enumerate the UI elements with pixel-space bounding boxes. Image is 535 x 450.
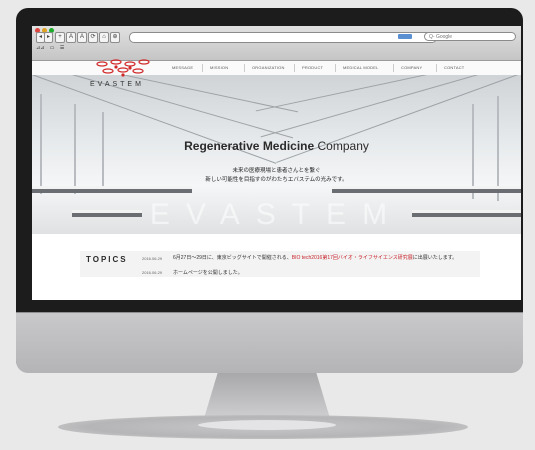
logo-cell bbox=[102, 68, 114, 74]
lab-bench bbox=[332, 189, 521, 193]
top-sites-icon[interactable]: ▭ bbox=[50, 45, 55, 51]
roof-beam bbox=[255, 74, 432, 112]
nav-divider bbox=[436, 64, 437, 72]
reload-button[interactable]: ⟳ bbox=[88, 32, 98, 43]
topic-text: に出展いたします。 bbox=[412, 255, 458, 261]
bezel-divider bbox=[16, 312, 523, 313]
logo-dot bbox=[121, 73, 125, 77]
hero-title: Regenerative Medicine Company bbox=[32, 139, 521, 153]
topics-box: TOPICS 2016.06.29 6月27日〜29日に、東京ビッグサイトで開催… bbox=[80, 251, 480, 277]
monitor-chin bbox=[16, 312, 523, 373]
topic-text: ホームページを公開しました。 bbox=[173, 270, 243, 276]
topic-item[interactable]: 6月27日〜29日に、東京ビッグサイトで開催される、BIO tech2016第1… bbox=[173, 255, 473, 262]
bookmarks-bar: ⊿⊿ ▭ ☰ bbox=[36, 45, 68, 51]
monitor-stand-lip bbox=[198, 420, 336, 430]
hero-watermark: EVASTEM bbox=[149, 198, 404, 231]
browser-toolbar: ◂ ▸ + A A ⟳ ⌂ ⊕ Q- Google ⊿⊿ ▭ ☰ bbox=[32, 26, 521, 61]
logo-mark[interactable] bbox=[94, 58, 152, 80]
hero-title-bold: Regenerative Medicine bbox=[184, 139, 315, 153]
address-bar[interactable] bbox=[129, 32, 437, 43]
text-smaller-button[interactable]: A bbox=[66, 32, 76, 43]
logo-cell bbox=[110, 59, 122, 65]
nav-divider bbox=[393, 64, 394, 72]
home-button[interactable]: ⌂ bbox=[99, 32, 109, 43]
hero-title-rest: Company bbox=[314, 139, 369, 153]
hero-image: Regenerative Medicine Company 未来の医療現場と患者… bbox=[32, 74, 521, 234]
screen: ◂ ▸ + A A ⟳ ⌂ ⊕ Q- Google ⊿⊿ ▭ ☰ Regener… bbox=[32, 26, 521, 300]
nav-divider bbox=[294, 64, 295, 72]
add-bookmark-button[interactable]: + bbox=[55, 32, 65, 43]
topic-item[interactable]: ホームページを公開しました。 bbox=[173, 269, 243, 276]
logo-dot bbox=[128, 66, 132, 70]
nav-divider bbox=[202, 64, 203, 72]
nav-medical-model[interactable]: MEDICAL MODEL bbox=[343, 65, 379, 70]
add-tab-button[interactable]: ⊕ bbox=[110, 32, 120, 43]
topic-highlight-link[interactable]: BIO tech2016第17回バイオ・ライフサイエンス研究展 bbox=[292, 255, 413, 261]
topic-date: 2016.06.29 bbox=[142, 270, 163, 275]
nav-company[interactable]: COMPANY bbox=[401, 65, 422, 70]
text-larger-button[interactable]: A bbox=[77, 32, 87, 43]
reading-list-icon[interactable]: ⊿⊿ bbox=[36, 45, 44, 51]
nav-organization[interactable]: ORGANIZATION bbox=[252, 65, 285, 70]
bookmarks-menu-icon[interactable]: ☰ bbox=[60, 45, 64, 51]
rss-icon[interactable] bbox=[398, 34, 412, 39]
logo-cell bbox=[138, 59, 150, 65]
topic-text: 6月27日〜29日に、東京ビッグサイトで開催される、 bbox=[173, 255, 292, 261]
nav-divider bbox=[244, 64, 245, 72]
topics-heading: TOPICS bbox=[86, 255, 128, 264]
logo-cell bbox=[117, 67, 129, 73]
logo-text[interactable]: EVASTEM bbox=[90, 81, 144, 88]
logo-cell bbox=[96, 61, 108, 67]
lab-bench bbox=[32, 189, 192, 193]
logo-cell bbox=[124, 61, 136, 67]
logo-dot bbox=[114, 65, 118, 69]
logo-cell bbox=[132, 68, 144, 74]
nav-message[interactable]: MESSAGE bbox=[172, 65, 193, 70]
forward-button[interactable]: ▸ bbox=[44, 32, 53, 43]
nav-product[interactable]: PRODUCT bbox=[302, 65, 323, 70]
nav-mission[interactable]: MISSION bbox=[210, 65, 228, 70]
search-input[interactable]: Q- Google bbox=[424, 32, 516, 41]
topic-date: 2016.06.29 bbox=[142, 256, 163, 261]
nav-divider bbox=[335, 64, 336, 72]
nav-contact[interactable]: CONTACT bbox=[444, 65, 464, 70]
hero-subtitle-2: 新しい可能性を目指すのがわたちエバステムの光みです。 bbox=[205, 177, 348, 183]
topics-section: TOPICS 2016.06.29 6月27日〜29日に、東京ビッグサイトで開催… bbox=[32, 234, 521, 300]
hero-subtitle-1: 未来の医療現場と患者さんとを繋ぐ bbox=[232, 168, 321, 174]
